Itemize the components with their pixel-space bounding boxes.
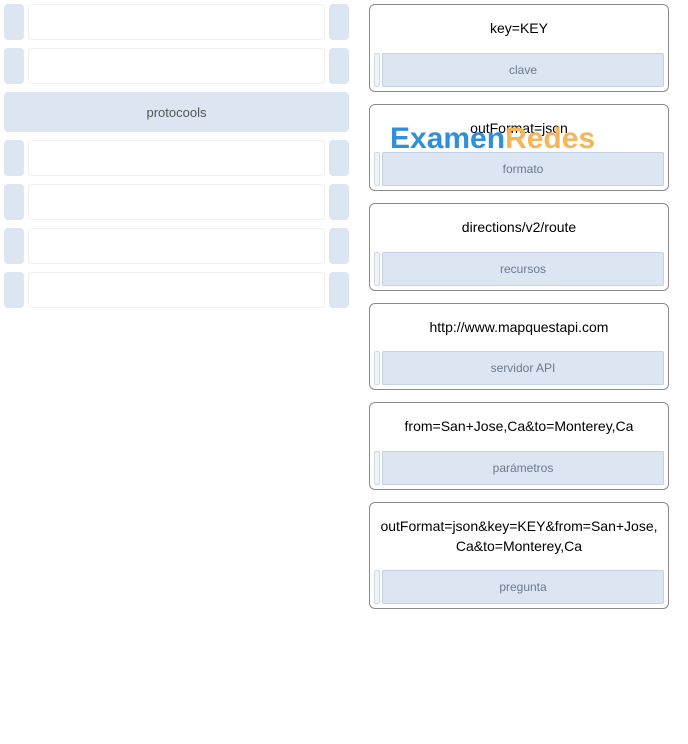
slot-handle (329, 228, 349, 264)
drop-slot-labeled[interactable]: protocools (4, 92, 349, 132)
slot-handle (4, 184, 24, 220)
answer-card[interactable]: key=KEY clave (369, 4, 669, 92)
answer-card[interactable]: outFormat=json formato (369, 104, 669, 192)
card-value: directions/v2/route (374, 208, 664, 252)
answer-card[interactable]: directions/v2/route recursos (369, 203, 669, 291)
answer-card[interactable]: http://www.mapquestapi.com servidor API (369, 303, 669, 391)
slot-handle (329, 184, 349, 220)
card-value: outFormat=json&key=KEY&from=San+Jose,Ca&… (374, 507, 664, 570)
card-handle (374, 53, 380, 87)
card-handle (374, 152, 380, 186)
card-label: pregunta (382, 570, 664, 604)
card-handle (374, 570, 380, 604)
drop-slot[interactable] (4, 184, 349, 220)
drop-slot[interactable] (4, 140, 349, 176)
slot-handle (329, 4, 349, 40)
card-value: outFormat=json (374, 109, 664, 153)
slot-body[interactable] (28, 48, 325, 84)
card-handle (374, 451, 380, 485)
card-label: formato (382, 152, 664, 186)
slot-body[interactable] (28, 228, 325, 264)
drop-slot[interactable] (4, 4, 349, 40)
drop-slot[interactable] (4, 272, 349, 308)
card-value: http://www.mapquestapi.com (374, 308, 664, 352)
card-handle (374, 252, 380, 286)
slot-body[interactable] (28, 184, 325, 220)
slot-body[interactable] (28, 140, 325, 176)
slot-handle (4, 4, 24, 40)
slot-handle (4, 140, 24, 176)
drop-target-column: protocools (4, 4, 349, 740)
drop-slot[interactable] (4, 48, 349, 84)
slot-handle (329, 140, 349, 176)
answer-card-column: key=KEY clave outFormat=json formato dir… (369, 4, 669, 740)
slot-label: protocools (147, 105, 207, 120)
card-handle (374, 351, 380, 385)
card-label: parámetros (382, 451, 664, 485)
card-value: from=San+Jose,Ca&to=Monterey,Ca (374, 407, 664, 451)
answer-card[interactable]: outFormat=json&key=KEY&from=San+Jose,Ca&… (369, 502, 669, 609)
answer-card[interactable]: from=San+Jose,Ca&to=Monterey,Ca parámetr… (369, 402, 669, 490)
slot-handle (4, 228, 24, 264)
slot-body[interactable] (28, 272, 325, 308)
drop-slot[interactable] (4, 228, 349, 264)
card-value: key=KEY (374, 9, 664, 53)
slot-handle (4, 48, 24, 84)
slot-handle (329, 48, 349, 84)
slot-handle (329, 272, 349, 308)
card-label: servidor API (382, 351, 664, 385)
slot-handle (4, 272, 24, 308)
card-label: recursos (382, 252, 664, 286)
card-label: clave (382, 53, 664, 87)
slot-body[interactable] (28, 4, 325, 40)
